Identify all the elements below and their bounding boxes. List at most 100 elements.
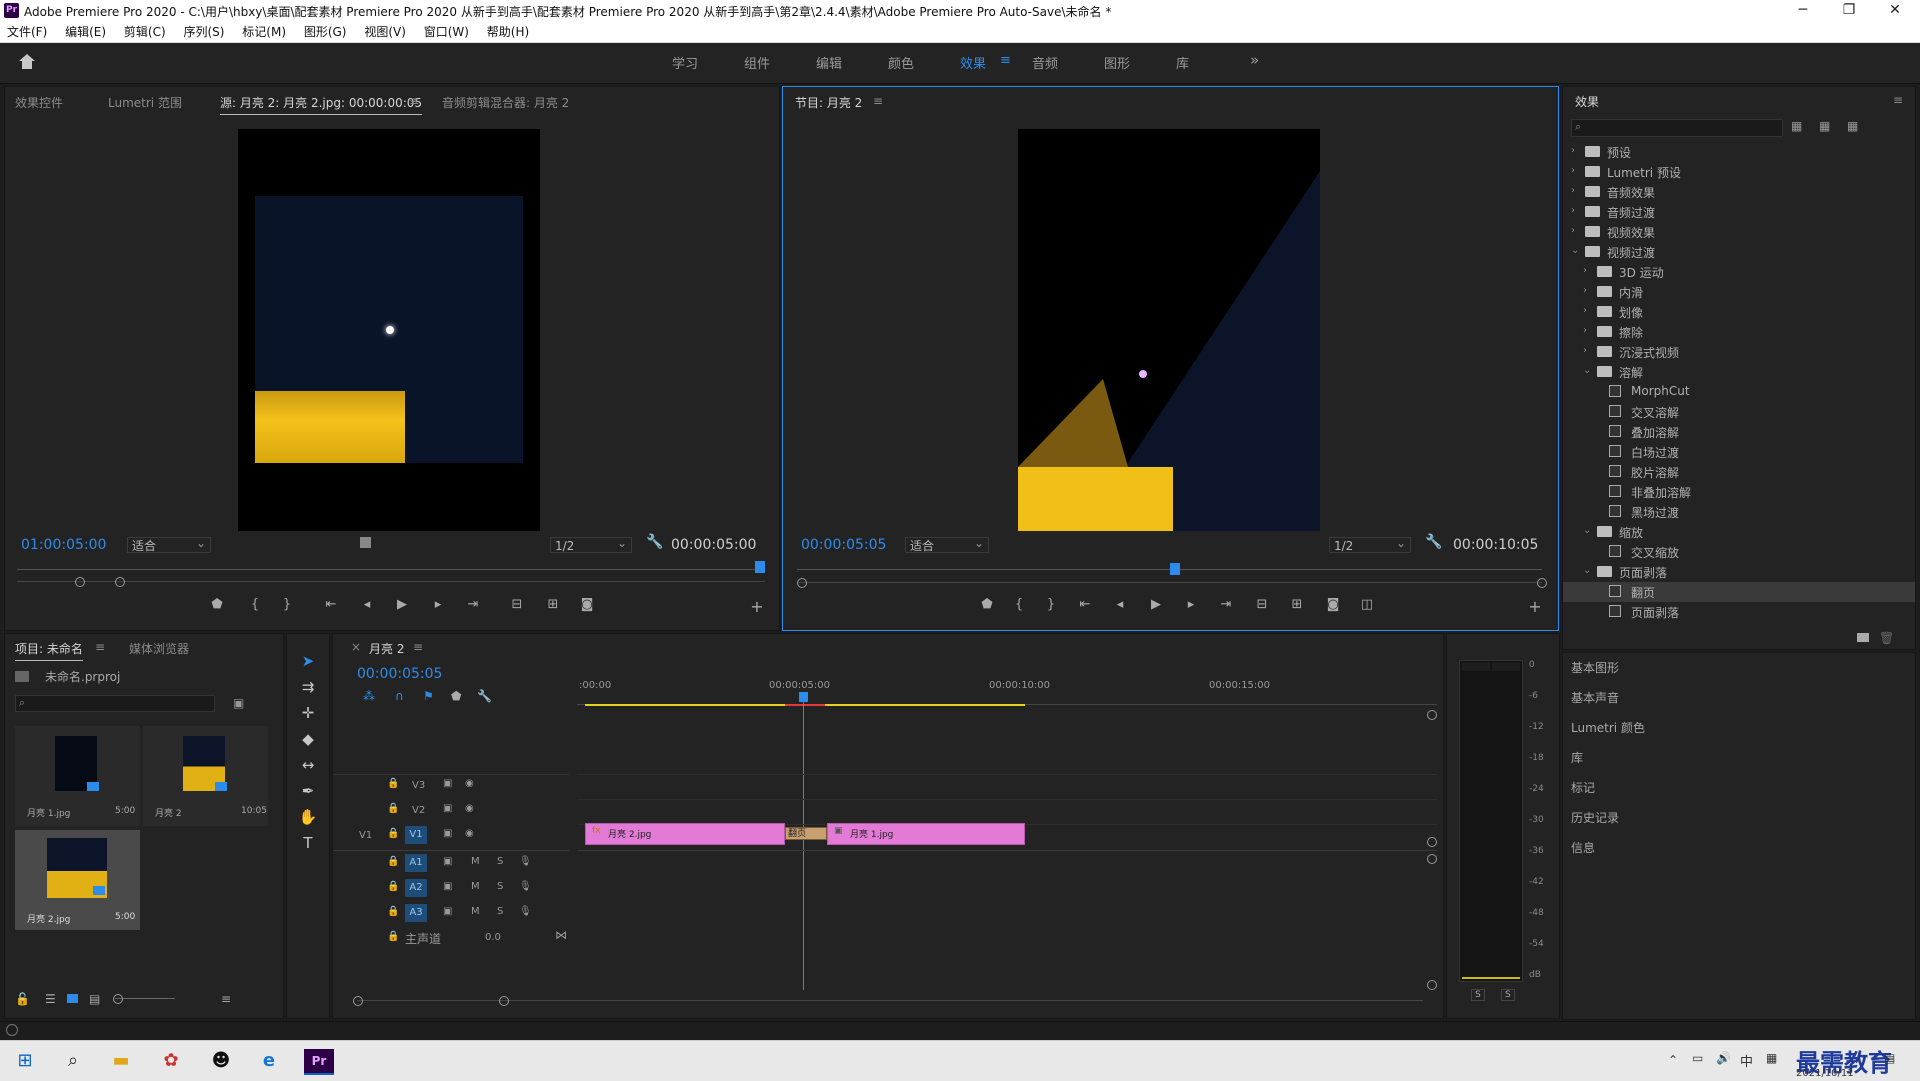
program-step-forward-icon[interactable]: ▸ xyxy=(1181,597,1201,612)
workspace-libraries[interactable]: 库 xyxy=(1176,53,1189,72)
menu-window[interactable]: 窗口(W) xyxy=(417,22,476,42)
ime-mode-icon[interactable]: ▦ xyxy=(1766,1051,1777,1065)
menu-view[interactable]: 视图(V) xyxy=(357,22,413,42)
video-scroll-handle-top[interactable] xyxy=(1427,710,1437,720)
minimize-button[interactable]: ─ xyxy=(1780,0,1826,22)
linked-selection-icon[interactable]: ⚑ xyxy=(423,689,434,703)
master-track-value[interactable]: 0.0 xyxy=(485,932,501,943)
v1-label[interactable]: V1 xyxy=(405,826,427,844)
workspace-color[interactable]: 颜色 xyxy=(888,53,914,72)
effects-tree-item[interactable]: ⌄ 页面剥落 xyxy=(1563,562,1915,582)
panel-lumetri-color[interactable]: Lumetri 颜色 xyxy=(1571,719,1645,736)
step-back-icon[interactable]: ◂ xyxy=(357,597,377,612)
program-playhead[interactable] xyxy=(1170,563,1180,575)
mark-in-icon[interactable]: { xyxy=(245,597,265,612)
clip-moon1[interactable]: ▣ 月亮 1.jpg xyxy=(827,823,1025,845)
meter-solo-right[interactable]: S xyxy=(1501,989,1515,1001)
audio-scroll-handle-bottom[interactable] xyxy=(1427,980,1437,990)
insert-icon[interactable]: ⊟ xyxy=(507,597,527,612)
taskbar-search-icon[interactable]: ⌕ xyxy=(60,1049,86,1073)
tray-up-arrow-icon[interactable]: ⌃ xyxy=(1668,1053,1678,1067)
a1-lock-icon[interactable]: 🔒 xyxy=(387,856,399,867)
slip-tool-icon[interactable]: ↔ xyxy=(297,756,319,774)
thumbnail-zoom-slider[interactable] xyxy=(115,998,175,999)
v3-eye-icon[interactable]: ◉ xyxy=(465,778,474,789)
program-wrench-icon[interactable]: 🔧 xyxy=(1425,534,1442,550)
video-scroll-handle-bottom[interactable] xyxy=(1427,837,1437,847)
a2-lock-icon[interactable]: 🔒 xyxy=(387,881,399,892)
file-explorer-icon[interactable]: ▬ xyxy=(108,1049,134,1073)
workspace-more-icon[interactable]: » xyxy=(1250,51,1259,69)
panel-info[interactable]: 信息 xyxy=(1571,839,1595,856)
chevron-right-icon[interactable]: › xyxy=(1583,265,1593,276)
source-patch-v1[interactable]: V1 xyxy=(359,830,372,841)
workspace-effects[interactable]: 效果 xyxy=(960,53,986,72)
notification-icon[interactable]: ▤ xyxy=(1884,1051,1895,1065)
v1-lock-icon[interactable]: 🔒 xyxy=(387,828,399,839)
tab-effect-controls[interactable]: 效果控件 xyxy=(15,94,63,111)
clip-moon2[interactable]: fx 月亮 2.jpg xyxy=(585,823,785,845)
program-zoom-handle-left[interactable] xyxy=(797,578,807,588)
timeline-zoom-handle-left[interactable] xyxy=(353,996,363,1006)
v1-sync-icon[interactable]: ▣ xyxy=(443,828,452,839)
timeline-timecode[interactable]: 00:00:05:05 xyxy=(357,666,442,682)
v2-eye-icon[interactable]: ◉ xyxy=(465,803,474,814)
tab-source[interactable]: 源: 月亮 2: 月亮 2.jpg: 00:00:00:05 xyxy=(220,94,423,115)
track-select-tool-icon[interactable]: ⇉ xyxy=(297,678,319,696)
menu-edit[interactable]: 编辑(E) xyxy=(58,22,113,42)
snap-icon[interactable]: ∩ xyxy=(395,689,404,703)
step-forward-icon[interactable]: ▸ xyxy=(428,597,448,612)
program-timecode[interactable]: 00:00:05:05 xyxy=(801,537,886,553)
chevron-right-icon[interactable]: › xyxy=(1583,285,1593,296)
source-quality-select[interactable]: 1/2 xyxy=(550,535,632,553)
effects-tree-item[interactable]: › 视频效果 xyxy=(1563,222,1915,242)
panel-essential-sound[interactable]: 基本声音 xyxy=(1571,689,1619,706)
panel-history[interactable]: 历史记录 xyxy=(1571,809,1619,826)
program-quality-select[interactable]: 1/2 xyxy=(1329,535,1411,553)
effects-tree-item[interactable]: 非叠加溶解 xyxy=(1563,482,1915,502)
effects-tree-item[interactable]: ⌄ 缩放 xyxy=(1563,522,1915,542)
a3-lock-icon[interactable]: 🔒 xyxy=(387,906,399,917)
v2-label[interactable]: V2 xyxy=(412,805,425,816)
a1-mic-icon[interactable]: 🎙 xyxy=(519,856,532,867)
v2-lock-icon[interactable]: 🔒 xyxy=(387,803,399,814)
program-add-marker-icon[interactable]: ⬟ xyxy=(977,597,997,612)
mark-out-icon[interactable]: } xyxy=(277,597,297,612)
extract-icon[interactable]: ⊞ xyxy=(1287,597,1307,612)
effects-tree-item[interactable]: 交叉缩放 xyxy=(1563,542,1915,562)
panel-libraries[interactable]: 库 xyxy=(1571,749,1583,766)
program-zoom-bar[interactable] xyxy=(797,582,1542,583)
program-export-frame-icon[interactable]: ◙ xyxy=(1323,597,1343,612)
program-go-to-out-icon[interactable]: ⇥ xyxy=(1216,597,1236,612)
tab-program-menu-icon[interactable]: ≡ xyxy=(873,94,883,108)
icon-view-icon[interactable] xyxy=(67,994,78,1003)
timeline-playhead-handle[interactable] xyxy=(799,692,808,702)
project-item-2[interactable]: 月亮 2 10:05 xyxy=(143,726,268,826)
chevron-down-icon[interactable]: ⌄ xyxy=(1583,525,1593,536)
network-icon[interactable]: ▭ xyxy=(1692,1051,1703,1065)
tab-source-menu-icon[interactable]: ≡ xyxy=(409,94,419,108)
menu-sequence[interactable]: 序列(S) xyxy=(176,22,231,42)
project-search-input[interactable]: ⌕ xyxy=(15,695,215,712)
go-to-in-icon[interactable]: ⇤ xyxy=(321,597,341,612)
timeline-zoom-handle-right[interactable] xyxy=(499,996,509,1006)
timeline-playhead[interactable] xyxy=(803,694,804,990)
v1-eye-icon[interactable]: ◉ xyxy=(465,828,474,839)
a1-solo[interactable]: S xyxy=(497,856,503,867)
type-tool-icon[interactable]: T xyxy=(297,834,319,852)
audio-scroll-handle-top[interactable] xyxy=(1427,854,1437,864)
ripple-edit-tool-icon[interactable]: ✛ xyxy=(297,704,319,722)
chevron-right-icon[interactable]: › xyxy=(1571,205,1581,216)
program-zoom-handle-right[interactable] xyxy=(1537,578,1547,588)
overwrite-icon[interactable]: ⊞ xyxy=(543,597,563,612)
chevron-right-icon[interactable]: › xyxy=(1583,325,1593,336)
comparison-view-icon[interactable]: ◫ xyxy=(1357,597,1377,612)
source-zoom-handle-left[interactable] xyxy=(75,577,85,587)
sort-icon[interactable]: ≡ xyxy=(221,992,231,1006)
source-fit-select[interactable]: 适合 xyxy=(127,535,211,553)
program-mark-out-icon[interactable]: } xyxy=(1041,597,1061,612)
effects-tree-item[interactable]: MorphCut xyxy=(1563,382,1915,402)
program-viewer[interactable] xyxy=(1018,129,1320,531)
effects-tree-item[interactable]: ⌄ 视频过渡 xyxy=(1563,242,1915,262)
project-item-1[interactable]: 月亮 1.jpg 5:00 xyxy=(15,726,140,826)
